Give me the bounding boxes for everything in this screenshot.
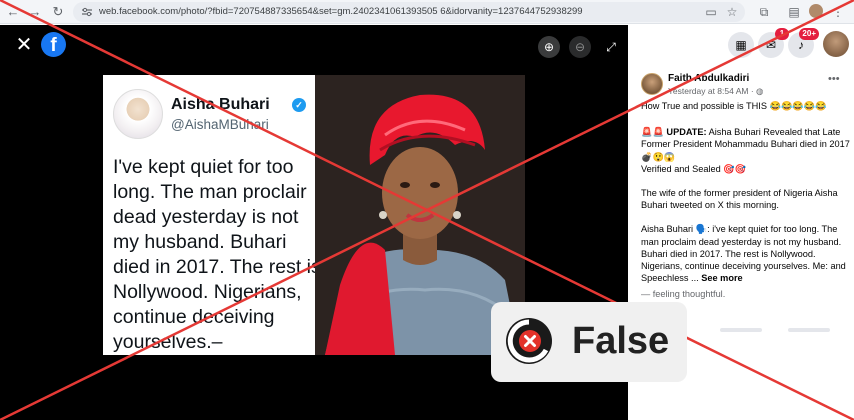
browser-toolbar: ← → ↻ web.facebook.com/photo/?fbid=72075…: [0, 0, 854, 24]
verified-badge-icon: ✓: [292, 98, 306, 112]
notifications-badge: 20+: [799, 28, 819, 40]
zoom-out-icon[interactable]: ⊖: [569, 36, 591, 58]
verdict-logo-icon: [506, 318, 552, 364]
post-photo: Aisha Buhari ✓ @AishaMBuhari I've kept q…: [103, 75, 525, 355]
post-paragraph-3: Aisha Buhari 🗣️: i've kept quiet for too…: [641, 224, 846, 284]
update-label: 🚨🚨 UPDATE:: [641, 127, 707, 138]
post-time-text: Yesterday at 8:54 AM ·: [668, 86, 757, 96]
reload-icon[interactable]: ↻: [49, 3, 67, 21]
verified-line: Verified and Sealed 🎯🎯: [641, 163, 747, 174]
tab-search-icon[interactable]: ▤: [786, 4, 802, 20]
fullscreen-icon[interactable]: ⤢: [600, 36, 622, 58]
messenger-badge: 1: [775, 28, 789, 40]
verdict-label: False: [572, 320, 670, 362]
zoom-in-icon[interactable]: ⊕: [538, 36, 560, 58]
notifications-bell-icon[interactable]: ♪ 20+: [788, 28, 819, 58]
see-more-link[interactable]: See more: [701, 273, 742, 283]
screenshot-frame: ← → ↻ web.facebook.com/photo/?fbid=72075…: [0, 0, 854, 420]
post-paragraph-2: The wife of the former president of Nige…: [641, 188, 838, 211]
more-options-icon[interactable]: •••: [828, 73, 840, 85]
site-settings-icon[interactable]: [81, 7, 93, 17]
back-arrow-icon[interactable]: ←: [4, 3, 22, 21]
tweet-screenshot: Aisha Buhari ✓ @AishaMBuhari I've kept q…: [103, 75, 321, 355]
forward-arrow-icon[interactable]: →: [26, 3, 44, 21]
browser-profile-avatar[interactable]: [809, 4, 823, 18]
verdict-badge: False: [491, 302, 687, 382]
globe-icon: ◍: [756, 86, 764, 96]
browser-menu-icon[interactable]: ⋮: [830, 4, 846, 20]
account-avatar[interactable]: [823, 31, 849, 57]
tweet-author-handle: @AishaMBuhari: [171, 117, 269, 132]
share-action-placeholder[interactable]: [788, 328, 830, 332]
url-text: web.facebook.com/photo/?fbid=72075488733…: [99, 6, 583, 17]
tweet-author-avatar: [113, 89, 163, 139]
tweet-author-name: Aisha Buhari: [171, 96, 270, 113]
post-text: How True and possible is THIS 😂😂😂😂😂 🚨🚨 U…: [641, 100, 851, 313]
post-line-1: How True and possible is THIS 😂😂😂😂😂: [641, 101, 827, 111]
facebook-logo-icon[interactable]: f: [41, 32, 66, 57]
post-author-avatar[interactable]: [641, 73, 663, 95]
cast-icon[interactable]: ▭: [703, 4, 719, 20]
bookmark-star-icon[interactable]: ☆: [724, 4, 740, 20]
menu-grid-icon[interactable]: ▦: [728, 32, 754, 58]
extensions-icon[interactable]: ⧉: [756, 4, 772, 20]
post-author-name[interactable]: Faith Abdulkadiri: [668, 73, 749, 84]
post-timestamp[interactable]: Yesterday at 8:54 AM · ◍: [668, 86, 763, 97]
like-action-placeholder[interactable]: [720, 328, 762, 332]
feeling-text: — feeling thoughtful.: [641, 289, 726, 300]
address-bar[interactable]: web.facebook.com/photo/?fbid=72075488733…: [73, 2, 745, 22]
messenger-icon[interactable]: ✉ 1: [758, 28, 789, 58]
tweet-text: I've kept quiet for too long. The man pr…: [113, 156, 321, 353]
close-icon[interactable]: ✕: [14, 35, 34, 55]
